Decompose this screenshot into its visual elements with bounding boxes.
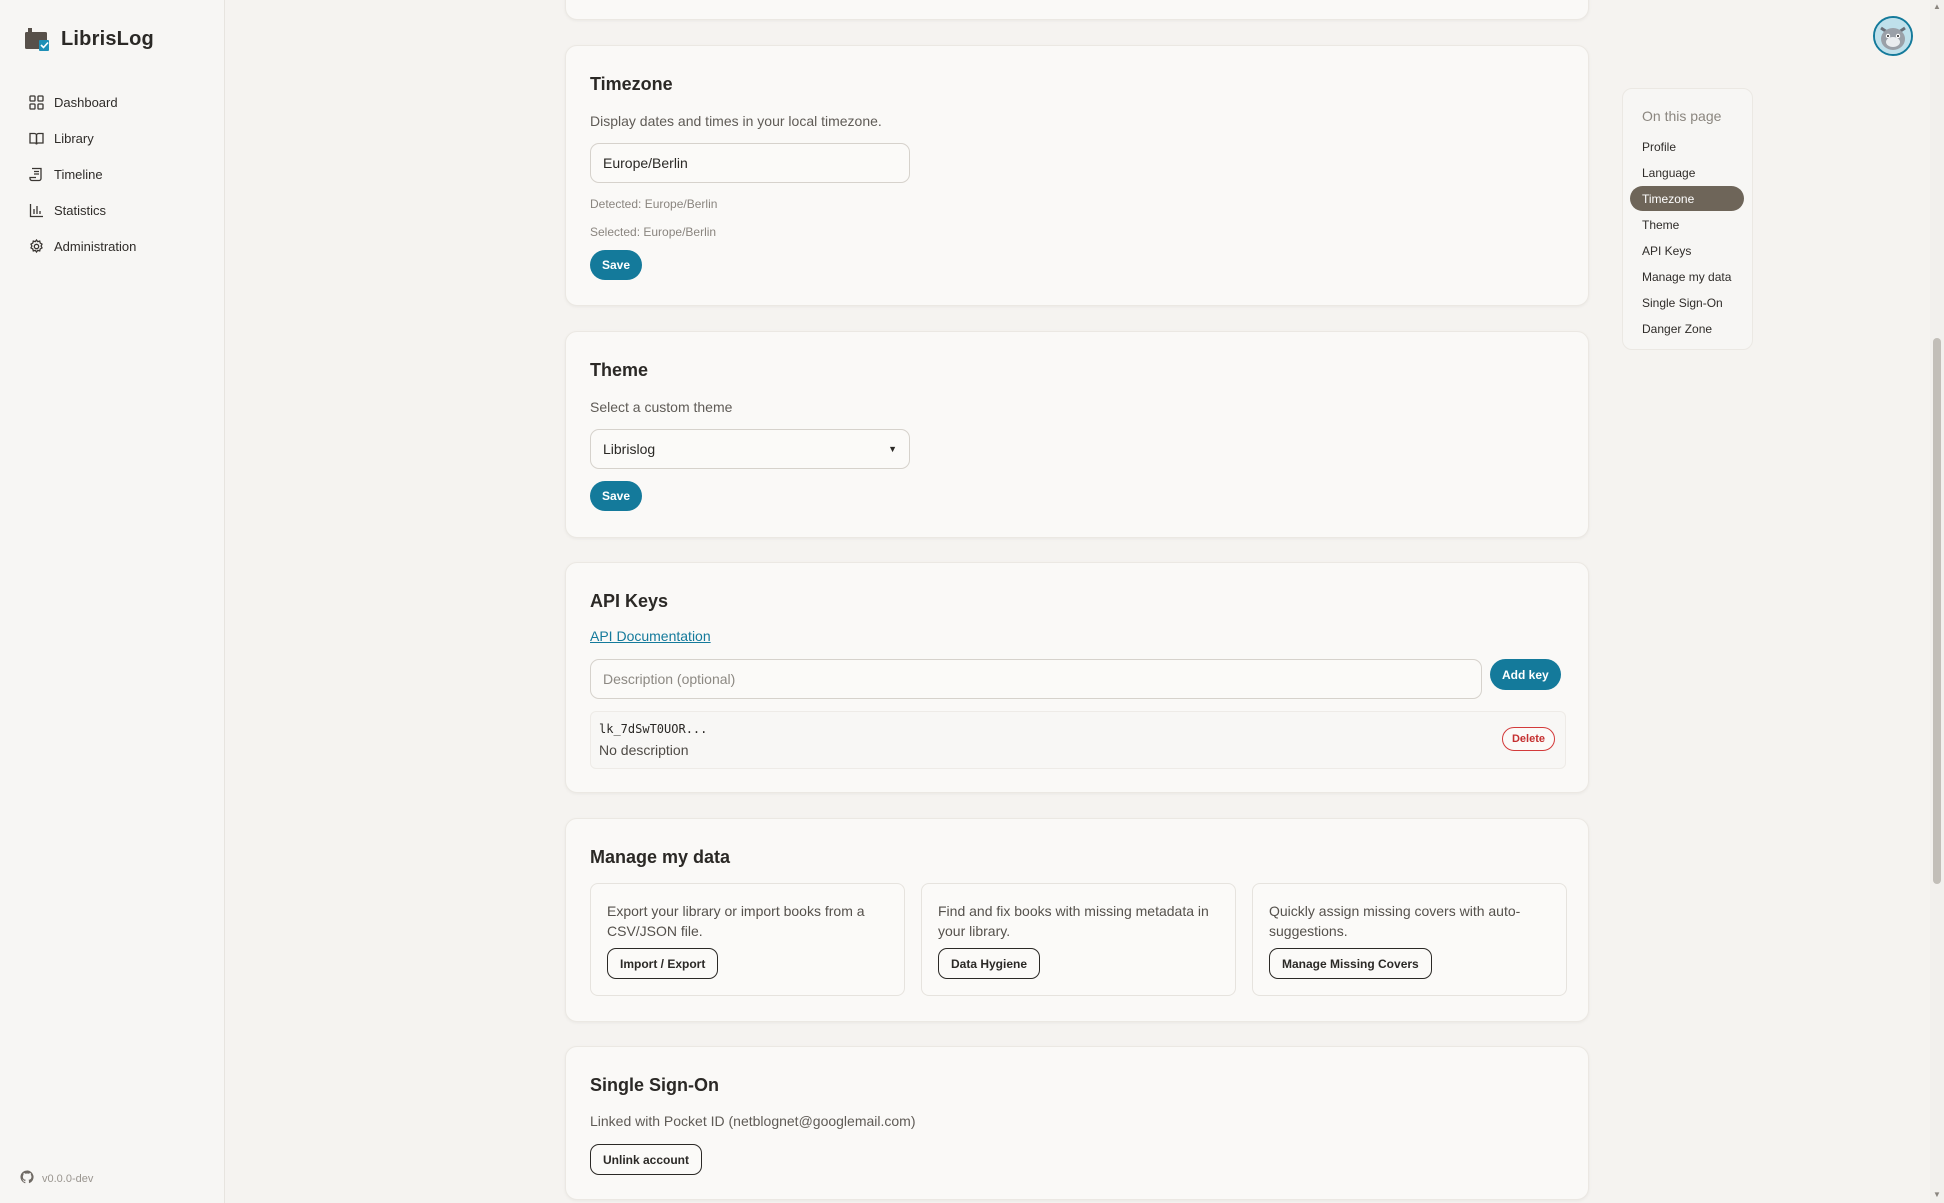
- delete-key-button[interactable]: Delete: [1501, 727, 1555, 751]
- sidebar-nav: Dashboard Library Timeline Statistics Ad…: [29, 84, 136, 264]
- api-key-description-input[interactable]: Description (optional): [590, 659, 1482, 699]
- timezone-detected: Detected: Europe/Berlin: [590, 197, 718, 211]
- sidebar-item-timeline[interactable]: Timeline: [29, 156, 136, 192]
- theme-description: Select a custom theme: [590, 399, 733, 415]
- data-hygiene-tile: Find and fix books with missing metadata…: [921, 883, 1236, 996]
- on-this-page-title: On this page: [1642, 108, 1722, 124]
- sidebar-item-label: Dashboard: [54, 94, 118, 110]
- toc-item-language[interactable]: Language: [1630, 160, 1744, 185]
- scroll-down-icon[interactable]: ▼: [1932, 1190, 1942, 1200]
- api-keys-card: API Keys API Documentation Description (…: [565, 562, 1589, 793]
- tile-text: Export your library or import books from…: [607, 903, 865, 939]
- toc-item-danger-zone[interactable]: Danger Zone: [1630, 316, 1744, 341]
- avatar-image-icon: [1875, 18, 1911, 54]
- sidebar-item-library[interactable]: Library: [29, 120, 136, 156]
- timezone-title: Timezone: [590, 74, 673, 94]
- add-key-button[interactable]: Add key: [1490, 659, 1561, 690]
- version-label: v0.0.0-dev: [42, 1172, 94, 1185]
- toc-item-timezone[interactable]: Timezone: [1630, 186, 1744, 211]
- sso-title: Single Sign-On: [590, 1075, 719, 1095]
- manage-missing-covers-button[interactable]: Manage Missing Covers: [1269, 948, 1432, 979]
- github-icon: [20, 1170, 34, 1187]
- timezone-selected: Selected: Europe/Berlin: [590, 225, 717, 239]
- brand[interactable]: LibrisLog: [24, 26, 154, 52]
- toc-item-theme[interactable]: Theme: [1630, 212, 1744, 237]
- import-export-tile: Export your library or import books from…: [590, 883, 905, 996]
- scroll-up-icon[interactable]: ▲: [1932, 2, 1942, 12]
- scrollbar-thumb[interactable]: [1933, 338, 1941, 884]
- tile-text: Find and fix books with missing metadata…: [938, 903, 1209, 939]
- timezone-description: Display dates and times in your local ti…: [590, 113, 882, 129]
- sidebar-item-label: Library: [54, 130, 94, 146]
- caret-down-icon: ▼: [888, 444, 897, 454]
- manage-data-card: Manage my data Export your library or im…: [565, 818, 1589, 1022]
- page-scrollbar[interactable]: ▲ ▼: [1930, 0, 1944, 1203]
- import-export-button[interactable]: Import / Export: [607, 948, 719, 979]
- data-hygiene-button[interactable]: Data Hygiene: [938, 948, 1041, 979]
- timezone-input[interactable]: Europe/Berlin: [590, 143, 910, 183]
- app-name: LibrisLog: [61, 27, 154, 50]
- api-key-description: No description: [599, 742, 689, 758]
- api-key-form: Description (optional) Add key: [590, 659, 1561, 699]
- theme-select-value: Librislog: [603, 441, 656, 457]
- unlink-account-button[interactable]: Unlink account: [590, 1144, 703, 1175]
- api-key-item: lk_7dSwT0UOR... No description Delete: [590, 711, 1566, 769]
- librislog-logo-icon: [24, 26, 50, 52]
- sidebar: LibrisLog Dashboard Library Timeline Sta…: [0, 0, 225, 1203]
- app-root: LibrisLog Dashboard Library Timeline Sta…: [0, 0, 1944, 1203]
- sidebar-item-dashboard[interactable]: Dashboard: [29, 84, 136, 120]
- sso-card: Single Sign-On Linked with Pocket ID (ne…: [565, 1046, 1589, 1200]
- sidebar-item-administration[interactable]: Administration: [29, 228, 136, 264]
- toc-item-single-sign-on[interactable]: Single Sign-On: [1630, 290, 1744, 315]
- missing-covers-tile: Quickly assign missing covers with auto-…: [1252, 883, 1567, 996]
- timeline-icon: [29, 167, 44, 182]
- theme-title: Theme: [590, 360, 649, 380]
- timezone-input-value: Europe/Berlin: [603, 155, 688, 171]
- version-info[interactable]: v0.0.0-dev: [20, 1170, 93, 1187]
- api-keys-title: API Keys: [590, 591, 669, 611]
- toc-item-manage-my-data[interactable]: Manage my data: [1630, 264, 1744, 289]
- sidebar-item-label: Timeline: [54, 166, 103, 182]
- dashboard-icon: [29, 94, 44, 110]
- timezone-save-button[interactable]: Save: [590, 250, 643, 280]
- language-card: [565, 0, 1589, 20]
- gear-icon: [29, 238, 44, 254]
- book-icon: [29, 131, 44, 146]
- theme-save-button[interactable]: Save: [590, 481, 643, 511]
- manage-data-tiles: Export your library or import books from…: [590, 883, 1567, 996]
- on-this-page-nav: On this page Profile Language Timezone T…: [1622, 88, 1753, 350]
- sidebar-item-label: Statistics: [54, 202, 107, 218]
- api-key-code: lk_7dSwT0UOR...: [599, 722, 708, 736]
- theme-card: Theme Select a custom theme Librislog ▼ …: [565, 331, 1589, 538]
- sso-linked-text: Linked with Pocket ID (netblognet@google…: [590, 1113, 916, 1129]
- theme-select[interactable]: Librislog ▼: [590, 429, 910, 469]
- sidebar-item-statistics[interactable]: Statistics: [29, 192, 136, 228]
- timezone-card: Timezone Display dates and times in your…: [565, 45, 1589, 306]
- sidebar-item-label: Administration: [54, 238, 137, 254]
- manage-data-title: Manage my data: [590, 847, 731, 867]
- tile-text: Quickly assign missing covers with auto-…: [1269, 903, 1521, 939]
- toc-item-profile[interactable]: Profile: [1630, 134, 1744, 159]
- toc-item-api-keys[interactable]: API Keys: [1630, 238, 1744, 263]
- api-documentation-link[interactable]: API Documentation: [590, 628, 711, 644]
- api-key-description-placeholder: Description (optional): [603, 671, 736, 687]
- bar-chart-icon: [29, 203, 44, 218]
- user-avatar[interactable]: [1873, 16, 1913, 56]
